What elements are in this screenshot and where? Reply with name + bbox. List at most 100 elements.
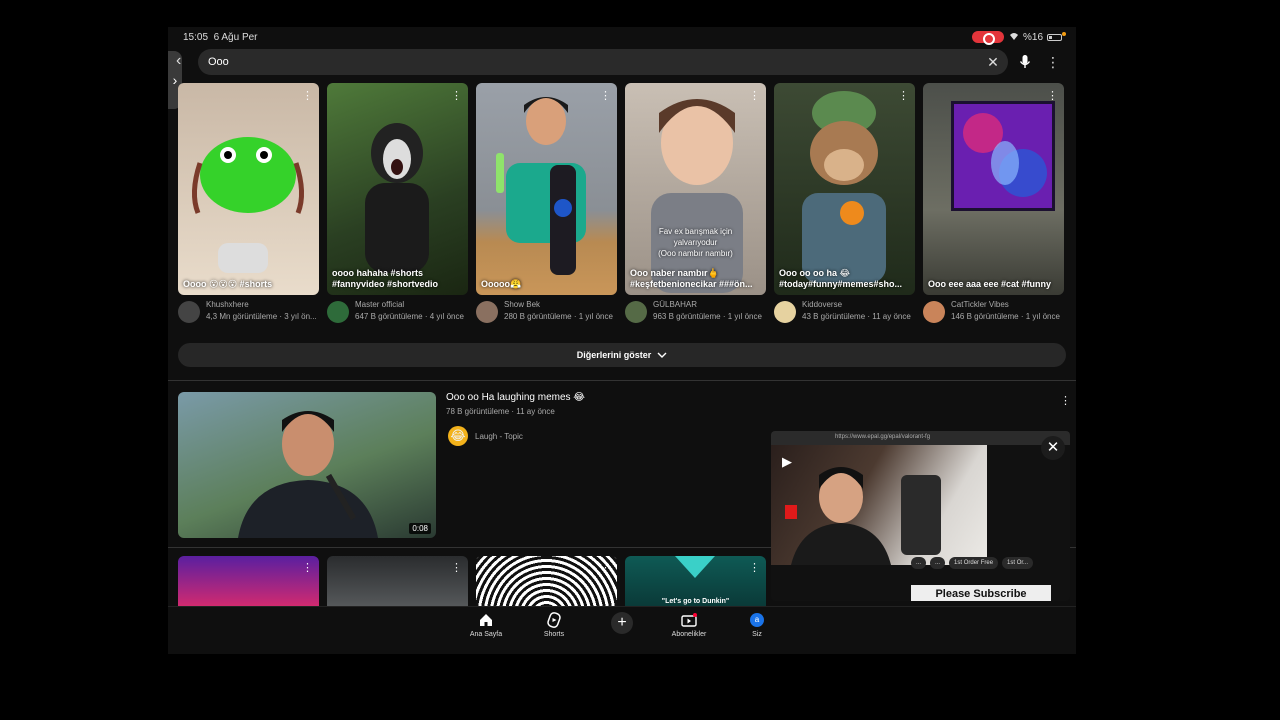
nav-shorts[interactable]: Shorts: [524, 611, 584, 647]
back-arrow-icon[interactable]: ‹: [176, 52, 181, 70]
short-title: Ooooo😤: [481, 279, 522, 289]
nav-subscriptions[interactable]: Abonelikler: [659, 611, 719, 647]
more-options-icon[interactable]: ⋮: [1046, 53, 1060, 71]
short-thumbnail[interactable]: ⋮ Oooo 😮😮😮 #shorts: [178, 83, 319, 295]
gibbon-image: [365, 123, 429, 273]
short-channel[interactable]: CatTickler Vibes: [951, 300, 1009, 309]
video-channel[interactable]: Laugh - Topic: [475, 432, 523, 441]
you-avatar-icon: a: [727, 611, 787, 629]
video-stats: 78 B görüntüleme · 11 ay önce: [446, 407, 555, 416]
frog-character-image: [192, 137, 304, 273]
short-stats: 647 B görüntüleme · 4 yıl önce: [355, 312, 464, 321]
search-input[interactable]: [208, 53, 968, 71]
short-thumbnail[interactable]: Fav ex barışmak için yalvarıyodur (Ooo n…: [625, 83, 766, 295]
short-menu-icon[interactable]: ⋮: [451, 561, 462, 574]
short-menu-icon[interactable]: ⋮: [749, 561, 760, 574]
chevron-down-icon: [657, 350, 667, 360]
short-menu-icon[interactable]: ⋮: [451, 89, 462, 102]
cat-tv-image: [951, 101, 1055, 211]
short-channel[interactable]: Khushxhere: [206, 300, 249, 309]
home-icon: [456, 611, 516, 629]
nav-home[interactable]: Ana Sayfa: [456, 611, 516, 647]
short-meta: GÜLBAHAR 963 B görüntüleme · 1 yıl önce: [625, 299, 775, 327]
short-thumbnail[interactable]: ⋮ "Let's go to Dunkin": [625, 556, 766, 606]
avatar[interactable]: [178, 301, 200, 323]
avatar[interactable]: [476, 301, 498, 323]
short-thumbnail[interactable]: ⋮: [476, 556, 617, 606]
short-card[interactable]: ⋮ Ooo eee aaa eee #cat #funny CatTickler…: [923, 83, 1064, 328]
nav-you[interactable]: a Siz: [727, 611, 787, 647]
close-miniplayer-button[interactable]: ✕: [1041, 436, 1065, 460]
short-menu-icon[interactable]: ⋮: [749, 89, 760, 102]
short-menu-icon[interactable]: ⋮: [302, 89, 313, 102]
short-channel[interactable]: GÜLBAHAR: [653, 300, 697, 309]
short-card[interactable]: Fav ex barışmak için yalvarıyodur (Ooo n…: [625, 83, 766, 328]
short-thumbnail[interactable]: ⋮ Ooooo😤: [476, 83, 617, 295]
short-card[interactable]: ⋮ Ooooo😤 Show Bek 280 B görüntüleme · 1 …: [476, 83, 617, 328]
short-menu-icon[interactable]: ⋮: [898, 89, 909, 102]
short-card[interactable]: ⋮ Oooo 😮😮😮 #shorts Khushxhere 4,3 Mn gör…: [178, 83, 319, 328]
shorts-shelf: ⋮ Oooo 😮😮😮 #shorts Khushxhere 4,3 Mn gör…: [178, 83, 1068, 328]
short-menu-icon[interactable]: ⋮: [1047, 89, 1058, 102]
short-channel[interactable]: Show Bek: [504, 300, 540, 309]
avatar[interactable]: [625, 301, 647, 323]
chip[interactable]: 1st Order Free: [949, 557, 999, 569]
short-menu-icon[interactable]: ⋮: [302, 561, 313, 574]
short-meta: Khushxhere 4,3 Mn görüntüleme · 3 yıl ön…: [178, 299, 328, 327]
subscribe-banner: Please Subscribe: [911, 585, 1051, 601]
short-menu-icon[interactable]: ⋮: [600, 561, 611, 574]
short-meta: CatTickler Vibes 146 B görüntüleme · 1 y…: [923, 299, 1073, 327]
video-title[interactable]: Ooo oo Ha laughing memes 😂: [446, 392, 585, 403]
short-stats: 963 B görüntüleme · 1 yıl önce: [653, 312, 762, 321]
bottom-nav: Ana Sayfa Shorts + Abonelikler a Siz: [168, 606, 1076, 654]
short-thumbnail[interactable]: ⋮ Ooo oo oo ha 😂 #today#funny#memes#sho.…: [774, 83, 915, 295]
mic-icon[interactable]: [1016, 53, 1034, 71]
short-thumbnail[interactable]: ⋮ oooo hahaha #shorts #fannyvideo #short…: [327, 83, 468, 295]
short-thumbnail[interactable]: ⋮ Ooo eee aaa eee #cat #funny: [923, 83, 1064, 295]
short-title: oooo hahaha #shorts #fannyvideo #shortve…: [332, 268, 439, 289]
shorts-icon: [524, 611, 584, 629]
avatar[interactable]: [774, 301, 796, 323]
chip[interactable]: ...: [911, 557, 927, 569]
screen-recording-indicator[interactable]: [972, 31, 1004, 45]
video-thumbnail[interactable]: 0:08: [178, 392, 436, 538]
show-more-button[interactable]: Diğerlerini göster: [178, 343, 1066, 367]
short-thumbnail[interactable]: ⋮: [178, 556, 319, 606]
avatar[interactable]: 😂: [448, 426, 468, 446]
short-overlay-text: Fav ex barışmak için yalvarıyodur (Ooo n…: [658, 227, 733, 258]
nav-label: Abonelikler: [671, 631, 707, 638]
miniplayer-video[interactable]: ▶: [771, 445, 987, 565]
avatar: a: [750, 613, 764, 627]
monkey-image: [802, 91, 886, 283]
short-stats: 43 B görüntüleme · 11 ay önce: [802, 312, 911, 321]
short-channel[interactable]: Master official: [355, 300, 404, 309]
create-button[interactable]: +: [611, 612, 633, 634]
subscriptions-icon: [659, 611, 719, 629]
short-title: Oooo 😮😮😮 #shorts: [183, 279, 273, 289]
avatar[interactable]: [923, 301, 945, 323]
video-menu-icon[interactable]: ⋮: [1060, 394, 1071, 407]
status-right: %16: [1009, 32, 1063, 43]
short-title: Ooo oo oo ha 😂 #today#funny#memes#sho...: [779, 268, 903, 289]
short-thumbnail[interactable]: ⋮: [327, 556, 468, 606]
short-title: Ooo naber nambır🖕 #keşfetbenionecikar ##…: [630, 268, 753, 289]
nav-label: Siz: [752, 631, 762, 638]
short-card[interactable]: ⋮ oooo hahaha #shorts #fannyvideo #short…: [327, 83, 468, 328]
avatar[interactable]: [327, 301, 349, 323]
short-channel[interactable]: Kiddoverse: [802, 300, 842, 309]
chip[interactable]: 1st Or...: [1002, 557, 1034, 569]
streamer-image: [785, 467, 941, 565]
short-menu-icon[interactable]: ⋮: [600, 89, 611, 102]
clear-search-button[interactable]: ✕: [984, 53, 1002, 71]
short-meta: Master official 647 B görüntüleme · 4 yı…: [327, 299, 477, 327]
short-caption: "Let's go to Dunkin": [661, 598, 730, 605]
miniplayer[interactable]: https://www.epal.gg/epal/valorant-fg ▶ ✕…: [771, 431, 1070, 601]
status-bar: 15:05 6 Ağu Per %16: [168, 27, 1076, 47]
search-bar: [198, 49, 1008, 75]
miniplayer-url: https://www.epal.gg/epal/valorant-fg: [835, 434, 931, 440]
play-icon[interactable]: ▶: [782, 454, 792, 470]
mic-in-use-dot: [1062, 32, 1066, 36]
short-card[interactable]: ⋮ Ooo oo oo ha 😂 #today#funny#memes#sho.…: [774, 83, 915, 328]
chip[interactable]: ...: [930, 557, 946, 569]
short-meta: Kiddoverse 43 B görüntüleme · 11 ay önce: [774, 299, 924, 327]
